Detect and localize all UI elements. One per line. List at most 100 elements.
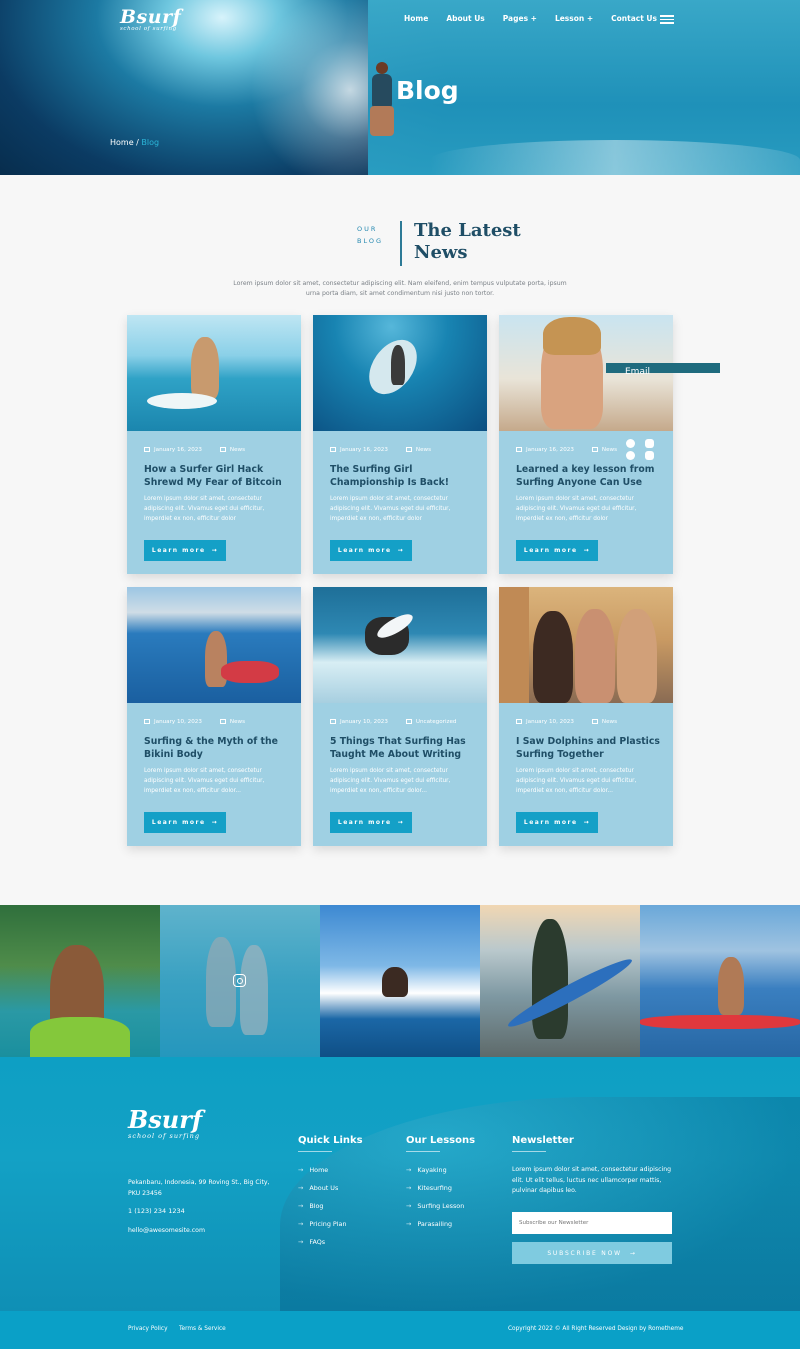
post-excerpt: Lorem ipsum dolor sit amet, consectetur … [144,496,265,522]
logo-tagline: school of surfing [120,26,177,32]
eyebrow-line-2: BLOG [357,237,384,245]
blog-card[interactable]: January 10, 2023 News I Saw Dolphins and… [499,587,673,846]
post-category[interactable]: News [602,719,617,725]
blog-card-meta: January 16, 2023 News [144,447,245,453]
learn-more-button[interactable]: Learn more → [144,540,226,561]
footer-link-label: FAQs [309,1238,326,1246]
breadcrumb-home[interactable]: Home / [110,138,139,147]
site-logo[interactable]: Bsurf school of surfing [120,6,181,32]
arrow-right-icon: → [583,547,591,554]
blog-card-meta: January 10, 2023 Uncategorized [330,719,456,725]
breadcrumb: Home / Blog [110,138,159,147]
arrow-right-icon: → [298,1220,304,1228]
arrow-right-icon: → [406,1202,412,1210]
newsletter-text: Lorem ipsum dolor sit amet, consectetur … [512,1166,672,1194]
blog-card-image[interactable] [499,587,673,703]
blog-card-image[interactable] [127,587,301,703]
footer-logo-brand: Bsurf [128,1105,203,1134]
eyebrow-line-1: OUR [357,225,378,233]
heading-underline [512,1151,546,1152]
email-tab-label: Email [625,367,650,377]
post-category[interactable]: News [230,719,245,725]
learn-more-label: Learn more [523,547,578,554]
footer-address: Pekanbaru, Indonesia, 99 Roving St., Big… [128,1179,270,1197]
arrow-right-icon: → [583,819,591,826]
footer-link-about[interactable]: → About Us [298,1184,347,1202]
lesson-link-surfing[interactable]: → Surfing Lesson [406,1202,464,1220]
footer-link-pricing[interactable]: → Pricing Plan [298,1220,347,1238]
post-title[interactable]: I Saw Dolphins and Plastics Surfing Toge… [516,735,661,761]
learn-more-label: Learn more [337,819,392,826]
arrow-right-icon: → [211,547,219,554]
post-category[interactable]: News [416,447,431,453]
twitter-icon[interactable] [626,451,635,460]
youtube-icon[interactable] [645,451,654,460]
footer-link-label: Home [309,1166,329,1174]
post-title[interactable]: Learned a key lesson from Surfing Anyone… [516,463,661,489]
blog-card-image[interactable] [313,587,487,703]
facebook-icon[interactable] [626,439,635,448]
newsletter-heading: Newsletter [512,1135,574,1146]
blog-card[interactable]: January 10, 2023 Uncategorized 5 Things … [313,587,487,846]
lesson-link-kayaking[interactable]: → Kayaking [406,1166,464,1184]
lesson-link-kitesurfing[interactable]: → Kitesurfing [406,1184,464,1202]
blog-card[interactable]: January 16, 2023 News How a Surfer Girl … [127,315,301,574]
lesson-link-label: Parasailing [417,1220,453,1228]
footer-bg-wave [280,1097,800,1311]
post-title[interactable]: How a Surfer Girl Hack Shrewd My Fear of… [144,463,289,489]
post-title[interactable]: The Surfing Girl Championship Is Back! [330,463,475,489]
learn-more-button[interactable]: Learn more → [144,812,226,833]
post-category[interactable]: News [230,447,245,453]
footer-link-faqs[interactable]: → FAQs [298,1238,347,1256]
post-title[interactable]: 5 Things That Surfing Has Taught Me Abou… [330,735,475,761]
menu-icon[interactable] [660,15,674,26]
footer-logo[interactable]: Bsurf school of surfing [128,1105,202,1140]
footer-phone[interactable]: 1 (123) 234 1234 [128,1207,185,1215]
subscribe-button[interactable]: SUBSCRIBE NOW → [512,1242,672,1264]
learn-more-button[interactable]: Learn more → [330,540,412,561]
nav-lesson[interactable]: Lesson + [555,14,593,23]
terms-link[interactable]: Terms & Service [179,1326,226,1332]
post-category[interactable]: Uncategorized [416,719,457,725]
logo-brand: Bsurf [120,6,182,28]
post-excerpt: Lorem ipsum dolor sit amet, consectetur … [330,496,451,522]
post-date: January 16, 2023 [340,447,388,453]
learn-more-label: Learn more [151,547,206,554]
gallery-image[interactable] [640,905,800,1057]
footer-link-blog[interactable]: → Blog [298,1202,347,1220]
instagram-icon[interactable] [233,974,246,987]
email-float-tab[interactable]: Email [606,363,720,377]
post-date: January 10, 2023 [154,719,202,725]
blog-card-image[interactable] [127,315,301,431]
lesson-link-parasailing[interactable]: → Parasailing [406,1220,464,1238]
nav-home[interactable]: Home [404,14,428,23]
privacy-link[interactable]: Privacy Policy [128,1326,168,1332]
footer-email[interactable]: hello@awesomesite.com [128,1227,205,1234]
arrow-right-icon: → [629,1249,637,1257]
learn-more-button[interactable]: Learn more → [330,812,412,833]
footer-link-home[interactable]: → Home [298,1166,347,1184]
learn-more-button[interactable]: Learn more → [516,812,598,833]
newsletter-email-input[interactable] [512,1212,672,1234]
blog-card-meta: January 16, 2023 News [516,447,617,453]
nav-contact[interactable]: Contact Us [611,14,657,23]
learn-more-button[interactable]: Learn more → [516,540,598,561]
nav-pages[interactable]: Pages + [503,14,537,23]
instagram-icon[interactable] [645,439,654,448]
gallery-image[interactable] [160,905,320,1057]
blog-card[interactable]: January 16, 2023 News The Surfing Girl C… [313,315,487,574]
calendar-icon [330,719,336,724]
post-category[interactable]: News [602,447,617,453]
gallery-image[interactable] [480,905,640,1057]
gallery-image[interactable] [320,905,480,1057]
nav-about[interactable]: About Us [446,14,484,23]
post-title[interactable]: Surfing & the Myth of the Bikini Body [144,735,289,761]
blog-card[interactable]: January 10, 2023 News Surfing & the Myth… [127,587,301,846]
gallery-image[interactable] [0,905,160,1057]
learn-more-label: Learn more [151,819,206,826]
blog-card-meta: January 10, 2023 News [144,719,245,725]
learn-more-label: Learn more [337,547,392,554]
hero-banner: Bsurf school of surfing Home About Us Pa… [0,0,800,175]
calendar-icon [144,447,150,452]
blog-card-image[interactable] [313,315,487,431]
